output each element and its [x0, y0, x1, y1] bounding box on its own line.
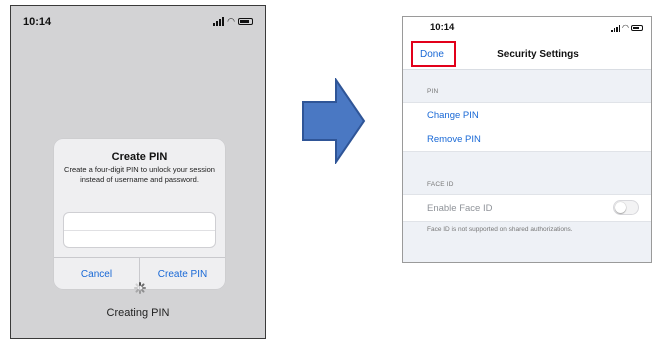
status-icons: ◠: [213, 17, 253, 26]
dialog-title: Create PIN: [111, 151, 168, 163]
status-bar: 10:14 ◠: [403, 17, 651, 37]
right-arrow-icon: [302, 78, 366, 164]
wifi-icon: ◠: [622, 23, 629, 32]
status-time: 10:14: [23, 16, 52, 28]
enable-face-id-label: Enable Face ID: [427, 203, 493, 214]
enable-face-id-row: Enable Face ID: [403, 194, 651, 222]
status-bar: 10:14 ◠: [11, 6, 265, 32]
change-pin-label: Change PIN: [427, 110, 479, 121]
signal-icon: [611, 24, 621, 32]
loading-spinner-icon: [134, 282, 146, 294]
signal-icon: [213, 17, 225, 26]
remove-pin-row[interactable]: Remove PIN: [403, 127, 651, 152]
dialog-message: Create a four-digit PIN to unlock your s…: [64, 165, 215, 184]
create-pin-screen: 10:14 ◠ Create PIN Create a four-digit P…: [10, 5, 266, 339]
face-id-toggle[interactable]: [613, 200, 639, 215]
cancel-button[interactable]: Cancel: [54, 258, 140, 290]
face-id-footnote: Face ID is not supported on shared autho…: [427, 226, 573, 233]
battery-icon: [238, 18, 253, 25]
remove-pin-label: Remove PIN: [427, 134, 481, 145]
pin-field[interactable]: [64, 213, 215, 231]
status-time: 10:14: [430, 22, 455, 33]
create-pin-button[interactable]: Create PIN: [140, 258, 225, 290]
pin-section-header: PIN: [427, 88, 439, 95]
pin-confirm-field[interactable]: [64, 231, 215, 247]
create-pin-dialog: Create PIN Create a four-digit PIN to un…: [54, 139, 225, 290]
creating-pin-status: Creating PIN: [106, 307, 170, 319]
page-title: Security Settings: [497, 49, 579, 60]
change-pin-row[interactable]: Change PIN: [403, 102, 651, 128]
wifi-icon: ◠: [227, 16, 235, 26]
pin-input-group: [63, 212, 216, 248]
status-icons: ◠: [611, 24, 643, 32]
battery-icon: [631, 25, 643, 31]
security-settings-screen: 10:14 ◠ Done Security Settings PIN Chang…: [402, 16, 652, 263]
face-id-section-header: FACE ID: [427, 181, 454, 188]
